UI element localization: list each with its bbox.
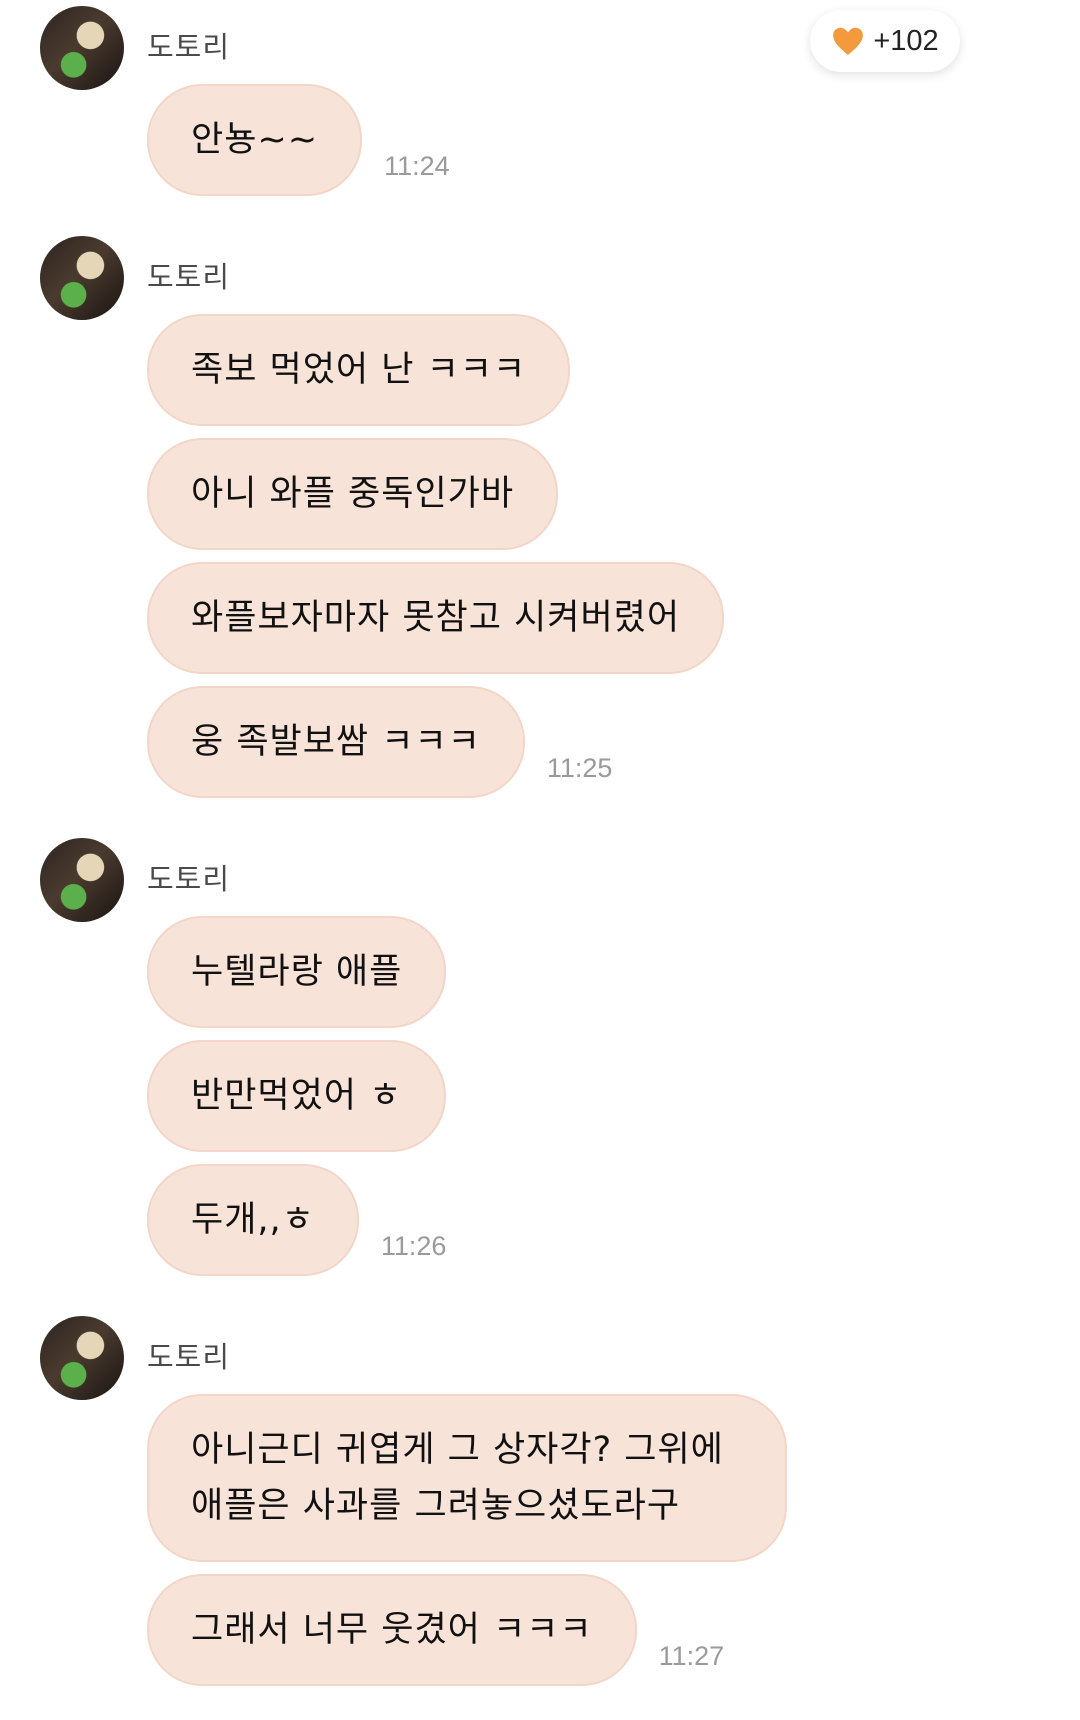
message-bubble[interactable]: 족보 먹었어 난 ㅋㅋㅋ: [147, 314, 571, 426]
message-time: 11:27: [658, 1641, 725, 1671]
message-bubble[interactable]: 반만먹었어 ㅎ: [147, 1040, 447, 1152]
message-row: 두개,,ㅎ 11:26: [147, 1164, 1080, 1276]
sender-name: 도토리: [147, 30, 231, 64]
message-row: 누텔라랑 애플: [147, 916, 1080, 1028]
avatar[interactable]: [40, 838, 124, 922]
avatar[interactable]: [40, 6, 124, 90]
message-time: 11:26: [380, 1231, 447, 1261]
message-group: 도토리 누텔라랑 애플 반만먹었어 ㅎ 두개,,ㅎ 11:26: [0, 832, 1080, 1276]
message-row: 안뇽~~ 11:24: [147, 84, 1080, 196]
message-row: 반만먹었어 ㅎ: [147, 1040, 1080, 1152]
message-row: 아니근디 귀엽게 그 상자각? 그위에 애플은 사과를 그려놓으셨도라구: [147, 1394, 1080, 1562]
message-bubble[interactable]: 와플보자마자 못참고 시켜버렸어: [147, 562, 725, 674]
message-bubble[interactable]: 그래서 너무 웃겼어 ㅋㅋㅋ: [147, 1574, 637, 1686]
message-time: 11:24: [384, 151, 450, 181]
sender-name: 도토리: [147, 862, 231, 896]
message-bubble[interactable]: 안뇽~~: [147, 84, 363, 196]
message-bubble[interactable]: 누텔라랑 애플: [147, 916, 447, 1028]
chat-log[interactable]: 도토리 안뇽~~ 11:24 도토리 족보 먹었어 난 ㅋㅋㅋ 아니 와플 중독…: [0, 0, 1080, 1720]
sender-name: 도토리: [147, 1340, 231, 1374]
message-bubble[interactable]: 아니 와플 중독인가바: [147, 438, 559, 550]
message-row: 그래서 너무 웃겼어 ㅋㅋㅋ 11:27: [147, 1574, 1080, 1686]
message-group: 도토리 아니근디 귀엽게 그 상자각? 그위에 애플은 사과를 그려놓으셨도라구…: [0, 1310, 1080, 1686]
message-group: 도토리 족보 먹었어 난 ㅋㅋㅋ 아니 와플 중독인가바 와플보자마자 못참고 …: [0, 230, 1080, 798]
message-bubble[interactable]: 아니근디 귀엽게 그 상자각? 그위에 애플은 사과를 그려놓으셨도라구: [147, 1394, 787, 1562]
message-bubble[interactable]: 두개,,ㅎ: [147, 1164, 359, 1276]
avatar[interactable]: [40, 1316, 124, 1400]
message-time: 11:25: [546, 753, 613, 783]
sender-name: 도토리: [147, 260, 231, 294]
avatar[interactable]: [40, 236, 124, 320]
message-row: 웅 족발보쌈 ㅋㅋㅋ 11:25: [147, 686, 1080, 798]
message-row: 족보 먹었어 난 ㅋㅋㅋ: [147, 314, 1080, 426]
message-bubble[interactable]: 웅 족발보쌈 ㅋㅋㅋ: [147, 686, 525, 798]
message-group: 도토리 안뇽~~ 11:24: [0, 0, 1080, 196]
message-row: 와플보자마자 못참고 시켜버렸어: [147, 562, 1080, 674]
message-row: 아니 와플 중독인가바: [147, 438, 1080, 550]
